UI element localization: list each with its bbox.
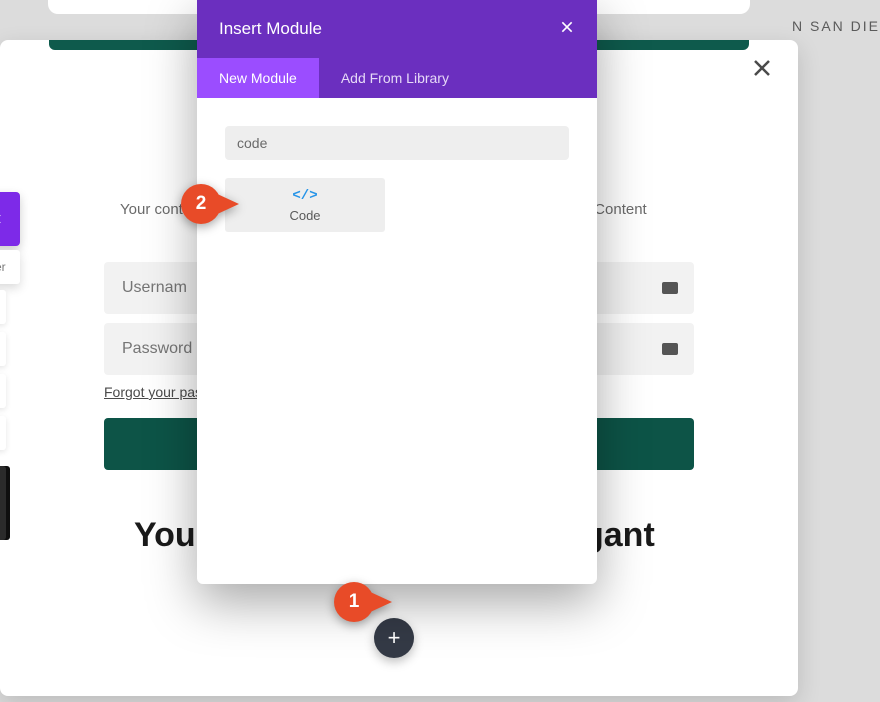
module-tile-code[interactable]: </> Code	[225, 178, 385, 232]
modal-title: Insert Module	[219, 19, 322, 39]
modal-tabs: New Module Add From Library	[197, 58, 597, 98]
keyboard-icon	[662, 282, 678, 294]
add-module-button[interactable]: +	[374, 618, 414, 658]
sidebar-option[interactable]	[0, 290, 6, 324]
sidebar-option[interactable]	[0, 416, 6, 450]
code-icon: </>	[292, 188, 317, 204]
sidebar-filter-label[interactable]: ilter	[0, 250, 20, 284]
module-search-input[interactable]	[225, 126, 569, 160]
module-tile-label: Code	[289, 208, 320, 223]
header-link-partial: N SAN DIE	[792, 18, 880, 34]
sidebar-close-button[interactable]	[0, 192, 20, 246]
sidebar-options	[0, 290, 6, 458]
tab-new-module[interactable]: New Module	[197, 58, 319, 98]
sidebar-dark-panel[interactable]	[0, 466, 6, 540]
sidebar-option[interactable]	[0, 332, 6, 366]
sidebar-option[interactable]	[0, 374, 6, 408]
modal-close-button[interactable]	[559, 19, 575, 40]
tab-add-from-library[interactable]: Add From Library	[319, 58, 471, 98]
modal-header: Insert Module	[197, 0, 597, 58]
helper-text-left: Your conte	[120, 201, 191, 218]
insert-module-modal: Insert Module New Module Add From Librar…	[197, 0, 597, 584]
keyboard-icon	[662, 343, 678, 355]
forgot-password-link[interactable]: Forgot your pass	[104, 384, 209, 400]
close-dialog-button[interactable]	[746, 52, 778, 84]
